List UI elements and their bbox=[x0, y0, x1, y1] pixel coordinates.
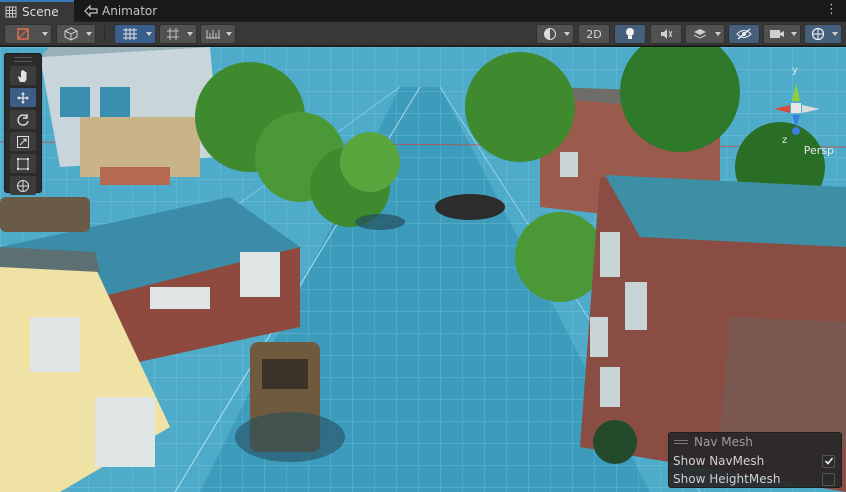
grid-axis-icon bbox=[123, 28, 137, 40]
snap-grid-icon bbox=[167, 28, 179, 40]
tab-bar: Scene Animator ⋮ bbox=[0, 0, 846, 22]
show-navmesh-row[interactable]: Show NavMesh bbox=[673, 452, 835, 470]
hand-tool-button[interactable] bbox=[10, 66, 36, 85]
camera-settings-dropdown[interactable] bbox=[763, 24, 801, 44]
tab-scene[interactable]: Scene bbox=[0, 0, 74, 22]
tab-animator[interactable]: Animator bbox=[80, 0, 160, 22]
sphere-shading-icon bbox=[544, 28, 556, 40]
gizmo-z-label: z bbox=[782, 135, 787, 145]
audio-mute-icon bbox=[661, 29, 673, 39]
show-heightmesh-checkbox[interactable] bbox=[822, 472, 835, 486]
show-heightmesh-row[interactable]: Show HeightMesh bbox=[673, 470, 835, 488]
grid-snap-dropdown[interactable] bbox=[114, 24, 156, 44]
lighting-mode-dropdown[interactable] bbox=[536, 24, 574, 44]
gizmo-z-axis[interactable] bbox=[792, 115, 800, 127]
draw-mode-dropdown[interactable] bbox=[4, 24, 52, 44]
scene-visibility-button[interactable] bbox=[728, 24, 760, 44]
tool-palette bbox=[4, 53, 42, 195]
hand-icon bbox=[18, 69, 27, 82]
gizmos-dropdown[interactable] bbox=[804, 24, 842, 44]
move-tool-button[interactable] bbox=[10, 88, 36, 107]
cube-icon bbox=[64, 27, 78, 41]
navmesh-overlay-header[interactable]: Nav Mesh bbox=[674, 435, 753, 449]
navmesh-overlay-panel: Nav Mesh Show NavMesh Show HeightMesh bbox=[668, 432, 842, 488]
increment-snap-dropdown[interactable] bbox=[200, 24, 236, 44]
toggle-audio-button[interactable] bbox=[650, 24, 682, 44]
snap-settings-dropdown[interactable] bbox=[159, 24, 197, 44]
transform-icon bbox=[17, 179, 29, 192]
gizmo-globe-icon bbox=[811, 27, 825, 41]
scale-icon bbox=[17, 135, 29, 148]
effects-dropdown[interactable] bbox=[685, 24, 725, 44]
toggle-2d-button[interactable]: 2D bbox=[578, 24, 610, 44]
scene-toolbar: 2D bbox=[0, 22, 846, 46]
tool-palette-grip[interactable] bbox=[14, 57, 32, 62]
animator-icon bbox=[84, 4, 98, 18]
scene-grid-icon bbox=[4, 5, 18, 19]
checkmark-icon bbox=[824, 457, 833, 465]
camera-icon bbox=[770, 30, 784, 38]
gizmo-center-cube[interactable] bbox=[791, 103, 801, 113]
layers-effects-icon bbox=[693, 29, 707, 39]
toggle-lighting-button[interactable] bbox=[614, 24, 646, 44]
rect-transform-icon bbox=[17, 157, 29, 170]
projection-label[interactable]: Persp bbox=[804, 144, 834, 157]
show-heightmesh-label: Show HeightMesh bbox=[673, 472, 781, 486]
toggle-2d-label: 2D bbox=[586, 27, 602, 41]
gizmo-y-axis[interactable] bbox=[792, 83, 800, 101]
gizmo-y-label: y bbox=[792, 65, 798, 76]
transform-tool-button[interactable] bbox=[10, 176, 36, 195]
move-arrows-icon bbox=[17, 91, 29, 104]
show-navmesh-checkbox[interactable] bbox=[822, 454, 835, 468]
tab-scene-label: Scene bbox=[22, 5, 59, 19]
drag-handle-icon[interactable] bbox=[674, 440, 688, 444]
scale-tool-button[interactable] bbox=[10, 132, 36, 151]
rect-tool-button[interactable] bbox=[10, 154, 36, 173]
scene-render bbox=[0, 47, 846, 492]
gizmo-x-axis[interactable] bbox=[774, 105, 790, 113]
navmesh-overlay-title: Nav Mesh bbox=[694, 435, 753, 449]
tab-animator-label: Animator bbox=[102, 4, 158, 18]
ruler-icon bbox=[206, 30, 220, 39]
more-options-icon[interactable]: ⋮ bbox=[825, 3, 838, 17]
gizmo-neg-x-axis[interactable] bbox=[802, 105, 820, 113]
rotate-tool-button[interactable] bbox=[10, 110, 36, 129]
rotate-icon bbox=[17, 113, 29, 126]
eye-hidden-icon bbox=[736, 28, 752, 40]
shading-mode-dropdown[interactable] bbox=[56, 24, 96, 44]
lightbulb-icon bbox=[626, 28, 634, 39]
scene-viewport[interactable]: y z Persp Nav Mesh Show NavMesh Show Hei… bbox=[0, 47, 846, 492]
show-navmesh-label: Show NavMesh bbox=[673, 454, 765, 468]
draw-mode-icon bbox=[17, 28, 29, 40]
orientation-gizmo[interactable]: y z bbox=[764, 61, 834, 146]
